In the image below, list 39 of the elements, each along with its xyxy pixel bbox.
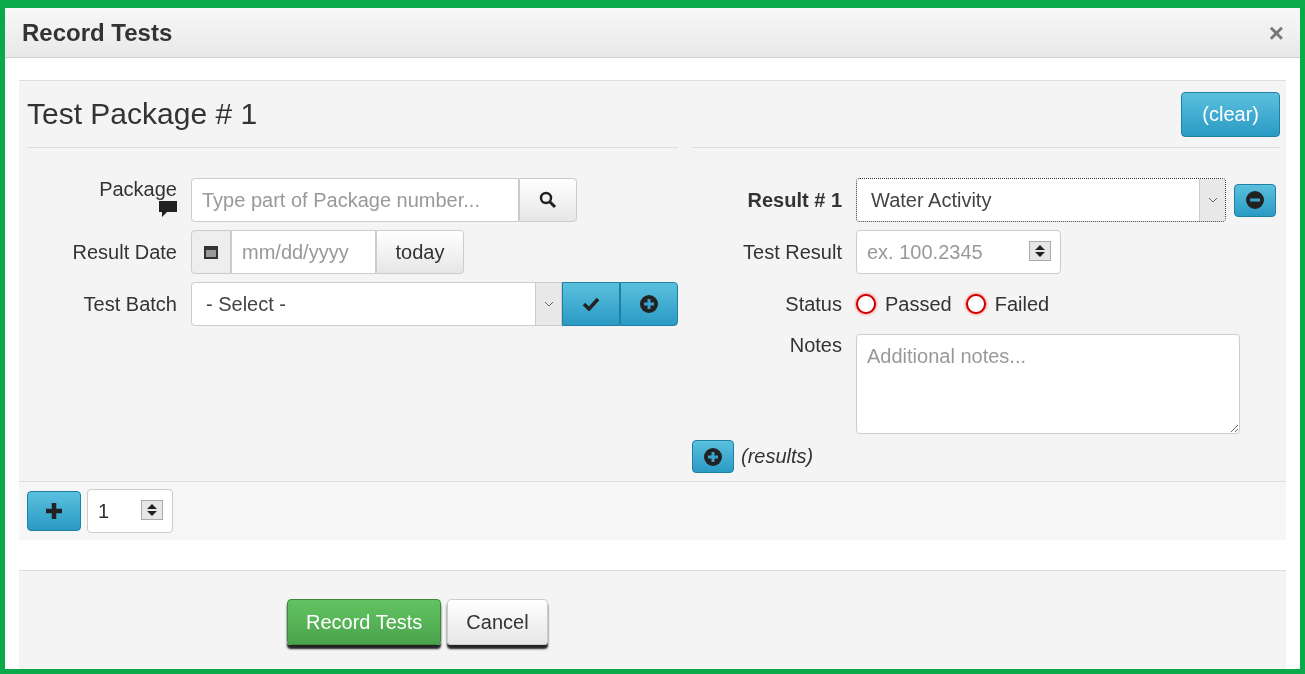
minus-circle-icon: [1246, 191, 1264, 209]
plus-circle-icon: [704, 447, 722, 466]
status-radio[interactable]: Passed: [856, 292, 952, 316]
add-result-button[interactable]: [692, 440, 734, 473]
field-label: Status: [784, 292, 842, 316]
plus-circle-icon: [640, 295, 658, 313]
confirm-button[interactable]: [562, 282, 620, 326]
result-type-select[interactable]: Water Activity: [856, 178, 1226, 222]
field-label: Test Result: [742, 240, 842, 264]
add-batch-button[interactable]: [620, 282, 678, 326]
close-button[interactable]: ×: [1268, 19, 1284, 46]
package-search-field[interactable]: Type part of Package number...: [191, 178, 519, 222]
caret-icon: [1207, 197, 1218, 203]
spinner-arrows-icon[interactable]: [146, 503, 158, 517]
remove-result-button[interactable]: [1234, 183, 1276, 217]
section-title: Test Package # 1: [27, 97, 258, 131]
search-icon: [539, 191, 557, 209]
calendar-icon: [203, 244, 219, 260]
comment-icon: [159, 201, 177, 217]
field-label: Notes: [788, 334, 842, 357]
status-radio[interactable]: Failed: [965, 292, 1050, 316]
cancel-button[interactable]: Cancel: [447, 599, 548, 645]
test-result-field[interactable]: ex. 100.2345: [856, 230, 1061, 274]
today-button[interactable]: today: [376, 230, 464, 274]
field-label: Package: [98, 178, 177, 201]
notes-field[interactable]: Additional notes...: [856, 334, 1240, 434]
add-package-button[interactable]: [27, 491, 81, 531]
check-icon: [582, 297, 600, 311]
date-field[interactable]: mm/dd/yyyy: [231, 230, 376, 274]
test-batch-select[interactable]: - Select -: [191, 282, 562, 326]
results-label: (results): [741, 445, 814, 468]
plus-icon: [45, 502, 63, 520]
dialog-title: Record Tests: [22, 18, 173, 47]
field-label: Result Date: [71, 240, 177, 264]
field-label: Result # 1: [746, 188, 842, 212]
caret-icon: [543, 301, 554, 307]
search-button[interactable]: [519, 178, 577, 222]
field-label: Test Batch: [82, 292, 177, 316]
spinner-arrows-icon[interactable]: [1034, 244, 1046, 258]
